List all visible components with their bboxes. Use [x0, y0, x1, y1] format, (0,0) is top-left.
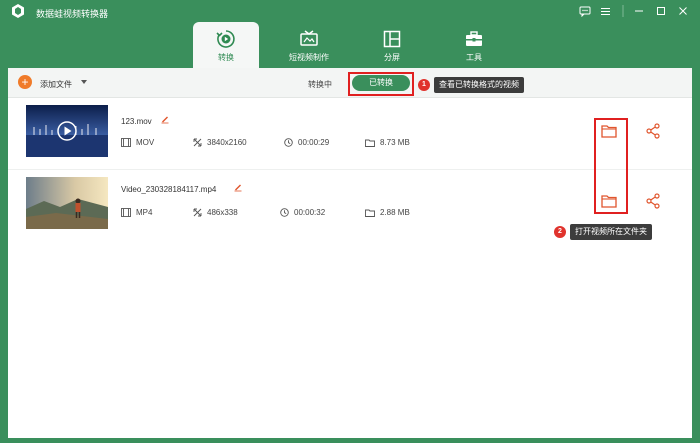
- app-logo-icon: [12, 4, 24, 18]
- folder-small-icon: [365, 139, 375, 147]
- highlight-box-converted: [348, 72, 414, 96]
- add-file-button[interactable]: +: [18, 75, 32, 89]
- resize-icon: [193, 138, 202, 147]
- video-thumbnail[interactable]: [26, 177, 108, 229]
- format-meta: MOV: [121, 138, 154, 147]
- resolution-meta: 3840x2160: [193, 138, 247, 147]
- format-value: MP4: [136, 208, 153, 217]
- convert-icon: [216, 30, 235, 48]
- menu-icon[interactable]: [596, 3, 614, 19]
- main-panel: + 添加文件 转换中 已转换 123.mov MOV 3840x2160 00:…: [8, 68, 692, 438]
- tab-split-screen[interactable]: 分屏: [359, 22, 425, 68]
- size-meta: 8.73 MB: [365, 138, 410, 147]
- file-name: 123.mov: [121, 117, 152, 126]
- folder-small-icon: [365, 209, 375, 217]
- tab-label: 工具: [466, 53, 482, 62]
- video-thumbnail[interactable]: [26, 105, 108, 157]
- tab-label: 转换: [218, 53, 234, 62]
- format-meta: MP4: [121, 208, 152, 217]
- tab-label: 分屏: [384, 53, 400, 62]
- size-value: 2.88 MB: [380, 208, 410, 217]
- clock-icon: [280, 208, 289, 217]
- close-icon[interactable]: [674, 3, 692, 19]
- tab-convert[interactable]: 转换: [193, 22, 259, 68]
- tab-short-video[interactable]: 短视频制作: [276, 22, 342, 68]
- callout-converted: 查看已转换格式的视频: [434, 77, 524, 93]
- toolbox-icon: [466, 31, 482, 46]
- share-icon[interactable]: [644, 192, 662, 210]
- tab-label: 短视频制作: [289, 53, 329, 62]
- duration-value: 00:00:29: [298, 138, 330, 147]
- format-value: MOV: [136, 138, 155, 147]
- marker-2: 2: [554, 226, 566, 238]
- app-title: 数据蛙视频转换器: [36, 9, 109, 19]
- maximize-icon[interactable]: [652, 3, 670, 19]
- film-icon: [121, 138, 131, 147]
- resolution-value: 486x338: [207, 208, 238, 217]
- file-name: Video_230328184117.mp4: [121, 185, 217, 194]
- tab-tools[interactable]: 工具: [441, 22, 507, 68]
- resolution-meta: 486x338: [193, 208, 238, 217]
- resize-icon: [193, 208, 202, 217]
- chevron-down-icon[interactable]: [81, 80, 87, 84]
- size-value: 8.73 MB: [380, 138, 410, 147]
- highlight-box-folder: [594, 118, 628, 214]
- marker-1: 1: [418, 79, 430, 91]
- share-icon[interactable]: [644, 122, 662, 140]
- size-meta: 2.88 MB: [365, 208, 410, 217]
- edit-name-icon[interactable]: [233, 182, 243, 192]
- duration-meta: 00:00:32: [280, 208, 325, 217]
- film-icon: [121, 208, 131, 217]
- split-screen-icon: [383, 30, 401, 48]
- feedback-icon[interactable]: [576, 3, 594, 19]
- edit-name-icon[interactable]: [160, 114, 170, 124]
- resolution-value: 3840x2160: [207, 138, 247, 147]
- callout-folder: 打开视频所在文件夹: [570, 224, 652, 240]
- tv-icon: [300, 30, 318, 46]
- add-file-label[interactable]: 添加文件: [40, 79, 72, 90]
- clock-icon: [284, 138, 293, 147]
- duration-value: 00:00:32: [294, 208, 326, 217]
- file-row: 123.mov MOV 3840x2160 00:00:29 8.73 MB: [8, 100, 692, 168]
- tab-converting[interactable]: 转换中: [308, 79, 332, 90]
- minimize-icon[interactable]: [630, 3, 648, 19]
- duration-meta: 00:00:29: [284, 138, 329, 147]
- title-bar: 数据蛙视频转换器: [0, 0, 700, 24]
